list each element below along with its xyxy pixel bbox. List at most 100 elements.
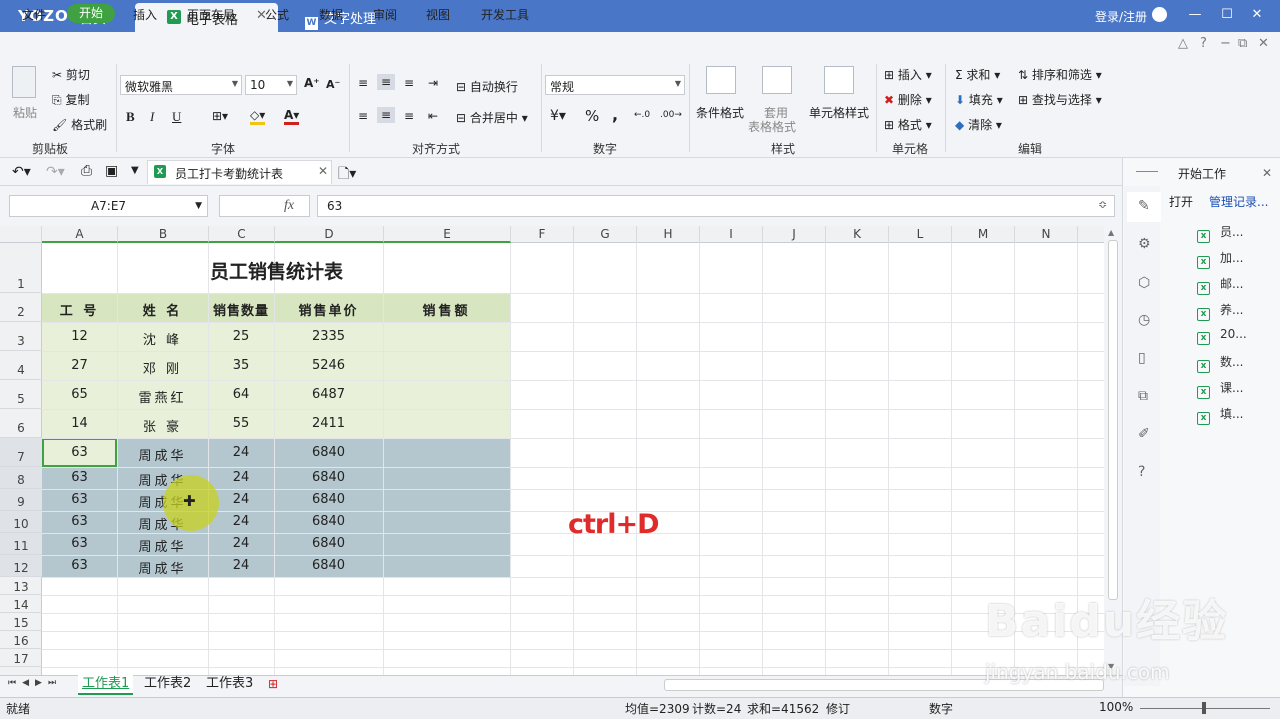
table-header-cell[interactable]: 销售数量 [208,300,274,319]
table-cell[interactable]: 6840 [274,470,383,485]
select-all-corner[interactable] [0,226,42,243]
cell-style-button[interactable]: 单元格样式 [809,104,869,121]
table-cell[interactable]: 63 [42,492,117,507]
fill-color-icon[interactable]: ◇▾ [250,108,266,125]
help-icon[interactable]: ? [1200,36,1207,51]
table-cell[interactable]: 6487 [274,387,383,402]
cell-style-icon[interactable] [824,66,854,94]
pane-handle-icon[interactable] [1136,171,1158,172]
new-document-icon[interactable]: 🗋▾ [338,163,356,187]
column-header[interactable]: F [511,226,574,243]
zoom-level[interactable]: 100% [1099,700,1133,714]
column-header[interactable]: E [384,226,511,243]
sum-button[interactable]: Σ 求和 ▾ [955,66,1000,83]
scroll-thumb[interactable] [1108,240,1118,600]
open-link[interactable]: 打开 [1169,193,1193,210]
table-cell[interactable]: 27 [42,358,117,373]
table-cell[interactable]: 6840 [274,492,383,507]
column-header[interactable]: C [209,226,275,243]
question-icon[interactable]: ? [1138,464,1145,480]
column-header[interactable]: G [574,226,637,243]
align-center-icon[interactable]: ≡ [377,107,396,123]
login-link[interactable]: 登录/注册 [1095,8,1147,25]
menu-start[interactable]: 开始 [67,4,115,23]
row-header[interactable]: 8 [0,467,42,489]
name-box[interactable]: A7:E7 ▼ [9,195,208,217]
row-header[interactable]: 9 [0,489,42,511]
border-icon[interactable]: ⊞▾ [212,109,228,123]
column-header[interactable]: A [42,226,118,243]
grow-font-icon[interactable]: A⁺ [304,76,320,90]
number-format-select[interactable]: 常规 ▼ [545,75,685,95]
column-header[interactable]: I [700,226,763,243]
menu-page-layout[interactable]: 页面布局 [187,6,235,23]
recent-file-item[interactable]: x 数... [1197,353,1243,373]
sheet-tab-1[interactable]: 工作表1 [78,675,134,695]
row-header[interactable]: 3 [0,322,42,351]
percent-button[interactable]: % [585,107,599,125]
table-cell[interactable]: 35 [208,358,274,373]
recent-file-item[interactable]: x 养... [1197,301,1243,321]
column-header[interactable]: K [826,226,889,243]
print-preview-icon[interactable]: ⎙ [81,163,92,179]
table-cell[interactable]: 63 [42,514,117,529]
sheet-nav-icon[interactable]: ⏮◀▶⏭ [8,678,62,688]
clear-button[interactable]: ◆ 清除 ▾ [955,116,1002,133]
align-left-icon[interactable]: ≡ [358,109,368,123]
scroll-up-icon[interactable]: ▲ [1108,228,1114,237]
menu-insert[interactable]: 插入 [133,6,157,23]
close-icon[interactable]: ✕ [1262,166,1272,180]
undo-icon[interactable]: ↶▾ [12,164,31,180]
align-bottom-icon[interactable]: ≡ [404,76,414,90]
find-select-button[interactable]: ⊞ 查找与选择 ▾ [1018,91,1102,108]
menu-developer[interactable]: 开发工具 [481,6,529,23]
row-header[interactable]: 13 [0,577,42,595]
format-cells-button[interactable]: ⊞ 格式 ▾ [884,116,932,133]
copy-button[interactable]: ⎘ 复制 [52,91,89,108]
zoom-slider-thumb[interactable] [1202,702,1206,714]
table-cell[interactable]: 63 [42,536,117,551]
doc-close-icon[interactable]: ✕ [1258,36,1269,51]
copy-file-icon[interactable]: ⧉ [1138,388,1148,404]
table-cell[interactable]: 63 [42,470,117,485]
edit-icon[interactable]: ✐ [1138,426,1150,442]
font-color-icon[interactable]: A▾ [284,108,300,125]
paste-icon[interactable] [12,66,36,98]
recent-file-item[interactable]: x 填... [1197,405,1243,425]
row-header[interactable]: 11 [0,533,42,555]
table-cell[interactable]: 63 [42,445,117,460]
row-header[interactable]: 10 [0,511,42,533]
recent-file-item[interactable]: x 课... [1197,379,1243,399]
underline-button[interactable]: U [172,109,181,125]
format-painter-button[interactable]: 🖌 格式刷 [52,116,107,133]
table-cell[interactable]: 2411 [274,416,383,431]
row-header[interactable]: 5 [0,380,42,409]
row-header[interactable]: 6 [0,409,42,438]
table-cell[interactable]: 邓 刚 [117,358,208,377]
table-cell[interactable]: 12 [42,329,117,344]
column-header[interactable]: H [637,226,700,243]
menu-data[interactable]: 数据 [319,6,343,23]
table-cell[interactable]: 65 [42,387,117,402]
outdent-icon[interactable]: ⇤ [428,109,438,123]
table-cell[interactable]: 64 [208,387,274,402]
column-header[interactable]: J [763,226,826,243]
menu-view[interactable]: 视图 [426,6,450,23]
conditional-format-button[interactable]: 条件格式 [696,104,744,121]
expand-formula-icon[interactable]: ≎ [1098,198,1107,211]
column-header[interactable]: N [1015,226,1078,243]
column-header[interactable]: B [118,226,209,243]
table-cell[interactable]: 24 [208,445,274,460]
cut-button[interactable]: ✂ 剪切 [52,66,90,83]
row-header[interactable]: 17 [0,649,42,667]
manage-records-link[interactable]: 管理记录... [1209,193,1268,210]
table-cell[interactable]: 沈 峰 [117,329,208,348]
row-header[interactable]: 2 [0,293,42,322]
recent-file-item[interactable]: x 20... [1197,327,1247,345]
table-header-cell[interactable]: 销售额 [383,300,510,319]
column-header[interactable]: D [275,226,384,243]
increase-decimal-icon[interactable]: ←.0 [634,110,650,120]
cube-icon[interactable]: ⬡ [1138,275,1150,291]
save-icon[interactable]: ▣ [105,163,118,179]
row-header[interactable]: 4 [0,351,42,380]
